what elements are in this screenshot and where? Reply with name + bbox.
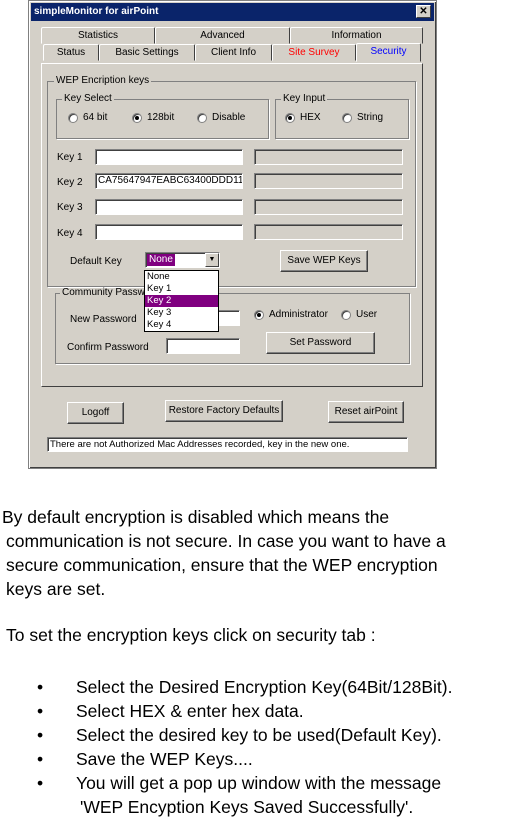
status-message: There are not Authorized Mac Addresses r… [47, 437, 408, 452]
radio-64bit-label: 64 bit [83, 112, 108, 123]
radio-administrator-label: Administrator [269, 309, 328, 320]
radio-string[interactable] [342, 113, 352, 123]
tab-client-info[interactable]: Client Info [195, 44, 272, 61]
window-title: simpleMonitor for airPoint [31, 3, 434, 21]
tab-status[interactable]: Status [43, 44, 99, 61]
radio-hex[interactable] [285, 113, 295, 123]
doc-para1-line3: secure communication, ensure that the WE… [6, 555, 438, 575]
radio-128bit[interactable] [132, 113, 142, 123]
dropdown-option[interactable]: Key 3 [145, 307, 218, 319]
restore-defaults-button[interactable]: Restore Factory Defaults [165, 400, 283, 422]
radio-disable[interactable] [197, 113, 207, 123]
key-input-label: Key Input [281, 93, 328, 104]
close-icon[interactable]: ✕ [416, 5, 431, 18]
doc-bullet-2: Select HEX & enter hex data. [76, 701, 304, 721]
dropdown-option-highlighted[interactable]: Key 2 [145, 295, 218, 307]
logoff-button[interactable]: Logoff [67, 402, 124, 424]
default-key-select[interactable]: None ▼ [145, 252, 220, 268]
bullet-icon: • [37, 725, 44, 745]
key2-display [254, 173, 403, 189]
bullet-icon: • [37, 749, 44, 769]
app-window: simpleMonitor for airPoint ✕ Statistics … [28, 0, 437, 469]
key4-label: Key 4 [57, 228, 83, 239]
key1-display [254, 149, 403, 165]
key3-input[interactable] [95, 199, 243, 215]
radio-128bit-label: 128bit [147, 112, 175, 123]
tab-site-survey[interactable]: Site Survey [272, 44, 356, 61]
tab-basic-settings[interactable]: Basic Settings [99, 44, 195, 61]
doc-bullet-4: Save the WEP Keys.... [76, 749, 253, 769]
set-password-button[interactable]: Set Password [266, 332, 375, 354]
reset-airpoint-button[interactable]: Reset airPoint [328, 401, 404, 423]
bullet-icon: • [37, 677, 44, 697]
radio-user[interactable] [341, 310, 351, 320]
radio-disable-label: Disable [212, 112, 246, 123]
tab-advanced[interactable]: Advanced [155, 27, 290, 44]
default-key-dropdown-list: None Key 1 Key 2 Key 3 Key 4 [144, 270, 219, 332]
bullet-icon: • [37, 701, 44, 721]
security-panel: WEP Encription keys Key Select 64 bit 12… [41, 63, 423, 387]
doc-para1-line2: communication is not secure. In case you… [6, 531, 446, 551]
radio-64bit[interactable] [68, 113, 78, 123]
confirm-password-input[interactable] [166, 338, 240, 354]
confirm-password-label: Confirm Password [67, 342, 149, 353]
doc-bullet-5-cont: 'WEP Encyption Keys Saved Successfully'. [80, 797, 414, 817]
doc-para1-line4: keys are set. [6, 579, 106, 599]
radio-user-label: User [356, 309, 378, 320]
doc-bullet-5: You will get a pop up window with the me… [76, 773, 442, 793]
doc-para2: To set the encryption keys click on secu… [6, 625, 376, 645]
tab-security[interactable]: Security [356, 43, 421, 62]
doc-bullet-3: Select the desired key to be used(Defaul… [76, 725, 442, 745]
doc-para1-line1: By default encryption is disabled which … [2, 507, 390, 527]
dropdown-option[interactable]: None [145, 271, 218, 283]
key1-input[interactable] [95, 149, 243, 165]
save-wep-keys-button[interactable]: Save WEP Keys [280, 250, 368, 272]
default-key-value: None [147, 254, 175, 266]
dropdown-option[interactable]: Key 1 [145, 283, 218, 295]
tab-information[interactable]: Information [290, 27, 423, 44]
chevron-down-icon[interactable]: ▼ [205, 253, 219, 267]
key4-display [254, 224, 403, 240]
key3-display [254, 199, 403, 215]
wep-group-label: WEP Encription keys [54, 75, 152, 86]
bullet-icon: • [37, 773, 44, 793]
key2-input[interactable]: CA75647947EABC63400DDD11 [95, 173, 243, 189]
default-key-label: Default Key [70, 256, 122, 267]
tab-statistics[interactable]: Statistics [41, 27, 155, 44]
key4-input[interactable] [95, 224, 243, 240]
key-select-label: Key Select [62, 93, 114, 104]
key3-label: Key 3 [57, 202, 83, 213]
radio-hex-label: HEX [300, 112, 321, 123]
doc-bullet-1: Select the Desired Encryption Key(64Bit/… [76, 677, 453, 697]
radio-administrator[interactable] [254, 310, 264, 320]
dropdown-option[interactable]: Key 4 [145, 319, 218, 331]
radio-string-label: String [357, 112, 384, 123]
key2-label: Key 2 [57, 177, 83, 188]
new-password-label: New Password [70, 314, 137, 325]
key1-label: Key 1 [57, 152, 83, 163]
